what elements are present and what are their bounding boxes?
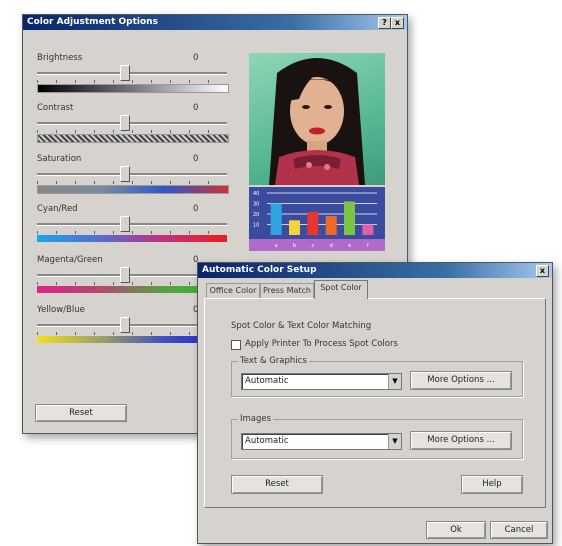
saturation-value: 0 bbox=[193, 154, 199, 164]
preview-chart: 40 30 20 10 a b c d e f bbox=[249, 187, 385, 251]
spot-help-button[interactable]: Help bbox=[461, 475, 523, 494]
preview-bar bbox=[344, 201, 355, 235]
preview-x-tick: a bbox=[275, 243, 278, 249]
preview-bar bbox=[325, 216, 337, 235]
tab-panel: Spot Color & Text Color Matching Apply P… bbox=[204, 298, 546, 508]
auto-close-button[interactable]: x bbox=[536, 265, 549, 277]
ok-button[interactable]: Ok bbox=[426, 521, 486, 539]
preview-bar bbox=[270, 203, 282, 235]
spot-color-section-title: Spot Color & Text Color Matching bbox=[231, 321, 372, 331]
cyan-red-thumb[interactable] bbox=[120, 216, 130, 232]
saturation-ticks bbox=[37, 181, 227, 184]
contrast-label: Contrast bbox=[37, 103, 74, 113]
saturation-track[interactable] bbox=[37, 173, 227, 176]
contrast-thumb[interactable] bbox=[120, 115, 130, 131]
contrast-ticks bbox=[37, 130, 227, 133]
yellow-blue-label: Yellow/Blue bbox=[37, 305, 85, 315]
preview-x-tick: f bbox=[367, 243, 369, 249]
images-group-label: Images bbox=[238, 414, 274, 424]
preview-chart-svg: 40 30 20 10 a b c d e f bbox=[249, 191, 385, 251]
saturation-gradient-bar bbox=[37, 185, 229, 194]
auto-window-title: Automatic Color Setup bbox=[202, 265, 317, 275]
preview-y-tick: 20 bbox=[253, 212, 259, 218]
brightness-thumb[interactable] bbox=[120, 65, 130, 81]
preview-bar bbox=[289, 220, 300, 235]
text-graphics-more-options-button[interactable]: More Options ... bbox=[410, 371, 512, 390]
window-title: Color Adjustment Options bbox=[27, 17, 158, 27]
preview-x-tick: b bbox=[293, 243, 296, 249]
chevron-down-icon[interactable]: ▼ bbox=[388, 434, 401, 449]
color-reset-button[interactable]: Reset bbox=[35, 404, 127, 422]
preview-y-tick: 10 bbox=[253, 223, 259, 229]
tab-office-color[interactable]: Office Color bbox=[206, 283, 260, 299]
color-adjustment-titlebar[interactable]: Color Adjustment Options ? x bbox=[23, 15, 407, 30]
text-graphics-select[interactable]: Automatic ▼ bbox=[241, 373, 402, 390]
brightness-track[interactable] bbox=[37, 72, 227, 75]
text-graphics-group-label: Text & Graphics bbox=[238, 356, 309, 366]
contrast-pattern-bar bbox=[37, 134, 229, 143]
cyan-red-gradient-bar bbox=[37, 235, 227, 242]
contrast-value: 0 bbox=[193, 103, 199, 113]
cyan-red-value: 0 bbox=[193, 204, 199, 214]
yellow-blue-thumb[interactable] bbox=[120, 317, 130, 333]
preview-x-tick: c bbox=[311, 243, 314, 249]
contrast-track[interactable] bbox=[37, 122, 227, 125]
images-select[interactable]: Automatic ▼ bbox=[241, 433, 402, 450]
brightness-gradient-bar bbox=[37, 84, 229, 93]
automatic-color-setup-window: Automatic Color Setup x Office Color Pre… bbox=[197, 262, 553, 544]
preview-x-strip bbox=[249, 239, 385, 251]
help-title-button[interactable]: ? bbox=[378, 17, 391, 29]
magenta-green-thumb[interactable] bbox=[120, 267, 130, 283]
tab-spot-color[interactable]: Spot Color bbox=[314, 280, 368, 299]
text-graphics-selected: Automatic bbox=[245, 376, 289, 386]
apply-spot-colors-label[interactable]: Apply Printer To Process Spot Colors bbox=[245, 339, 398, 349]
tab-press-match[interactable]: Press Match bbox=[260, 283, 314, 299]
brightness-label: Brightness bbox=[37, 53, 83, 63]
apply-spot-colors-checkbox[interactable] bbox=[231, 340, 241, 350]
magenta-green-label: Magenta/Green bbox=[37, 255, 103, 265]
portrait-image bbox=[269, 58, 365, 185]
cyan-red-ticks bbox=[37, 231, 227, 234]
preview-x-tick: e bbox=[348, 243, 351, 249]
chevron-down-icon[interactable]: ▼ bbox=[388, 374, 401, 389]
preview-bar bbox=[307, 211, 319, 235]
cancel-button[interactable]: Cancel bbox=[490, 521, 548, 539]
images-selected: Automatic bbox=[245, 436, 289, 446]
brightness-value: 0 bbox=[193, 53, 199, 63]
cyan-red-track[interactable] bbox=[37, 223, 227, 226]
brightness-ticks bbox=[37, 80, 227, 83]
preview-y-tick: 40 bbox=[253, 191, 259, 197]
automatic-color-setup-titlebar[interactable]: Automatic Color Setup x bbox=[198, 263, 552, 278]
preview-bar bbox=[362, 224, 374, 235]
images-more-options-button[interactable]: More Options ... bbox=[410, 431, 512, 450]
preview-y-tick: 30 bbox=[253, 202, 259, 208]
saturation-thumb[interactable] bbox=[120, 166, 130, 182]
spot-reset-button[interactable]: Reset bbox=[231, 475, 323, 494]
close-title-button[interactable]: x bbox=[391, 17, 404, 29]
preview-photo bbox=[249, 53, 385, 185]
cyan-red-label: Cyan/Red bbox=[37, 204, 78, 214]
saturation-label: Saturation bbox=[37, 154, 82, 164]
preview-x-tick: d bbox=[330, 243, 333, 249]
